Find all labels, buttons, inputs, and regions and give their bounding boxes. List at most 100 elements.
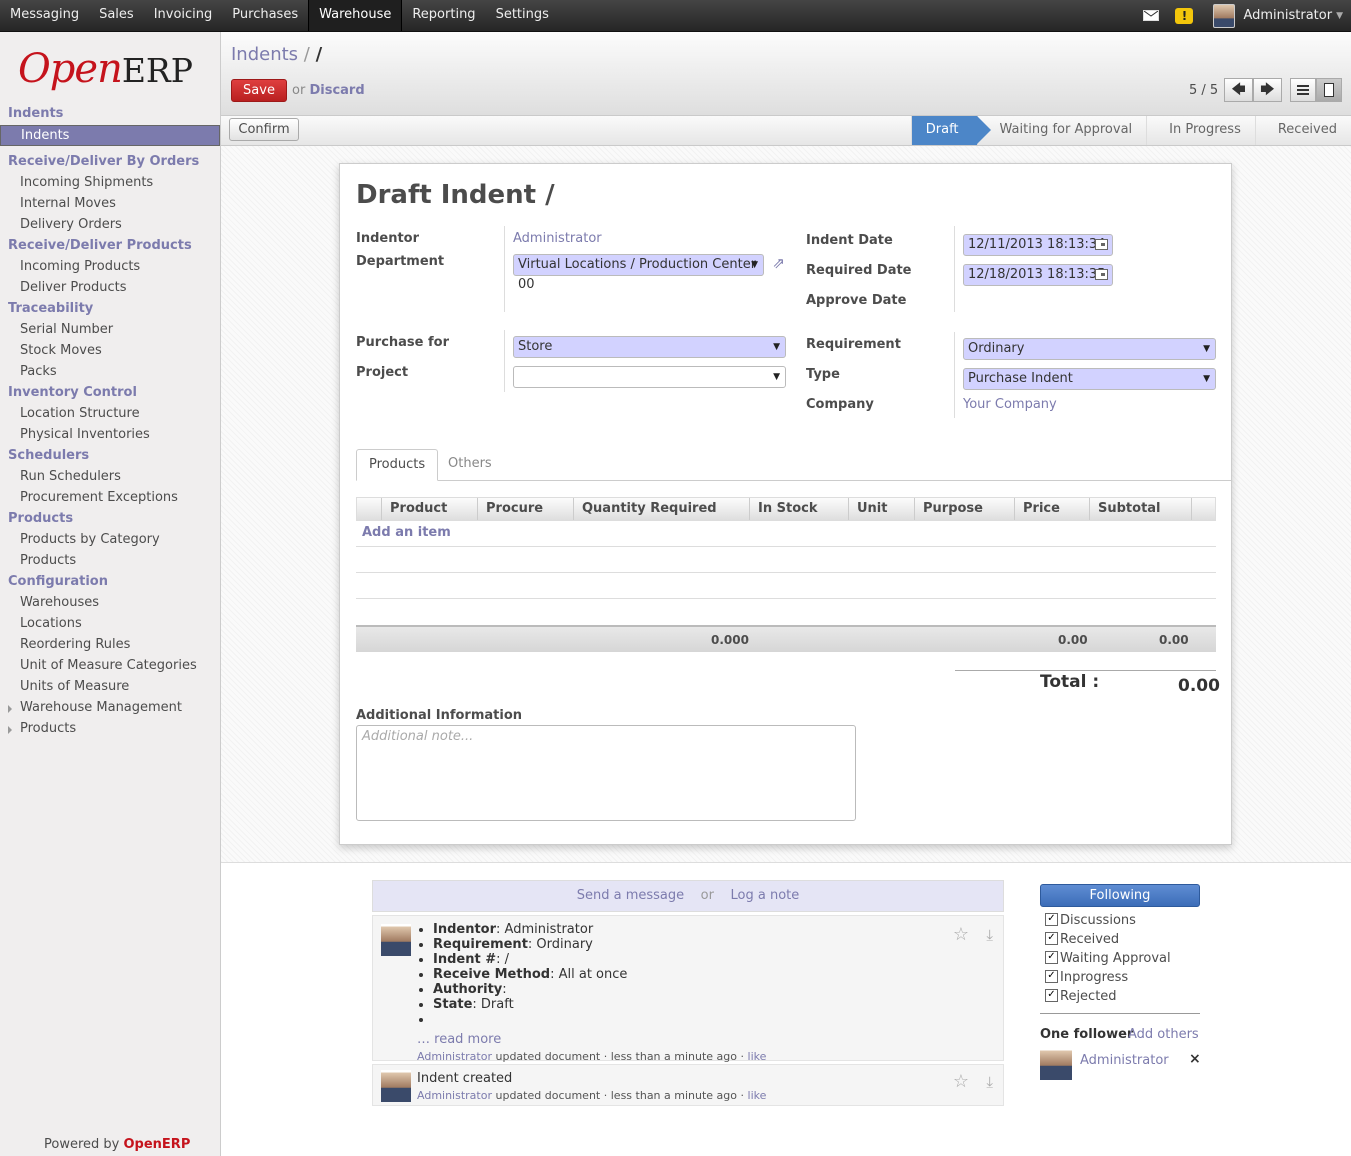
col-subtotal[interactable]: Subtotal bbox=[1089, 498, 1161, 520]
remove-follower-icon[interactable]: × bbox=[1189, 1051, 1201, 1067]
warning-icon[interactable]: ! bbox=[1175, 7, 1194, 24]
col-product[interactable]: Product bbox=[381, 498, 447, 520]
menu-purchases[interactable]: Purchases bbox=[222, 0, 308, 31]
menu-warehouse[interactable]: Warehouse bbox=[308, 0, 403, 31]
type-select[interactable]: Purchase Indent ▼ bbox=[963, 368, 1216, 390]
menu-sales[interactable]: Sales bbox=[89, 0, 144, 31]
sidebar-item-deliver-products[interactable]: Deliver Products bbox=[0, 278, 220, 299]
sidebar-item-location-structure[interactable]: Location Structure bbox=[0, 404, 220, 425]
subtype-checkbox-inprogress[interactable]: Inprogress bbox=[1045, 968, 1171, 987]
sidebar-item-serial-number[interactable]: Serial Number bbox=[0, 320, 220, 341]
mail-icon[interactable] bbox=[1143, 10, 1160, 21]
sidebar-item-internal-moves[interactable]: Internal Moves bbox=[0, 194, 220, 215]
requirement-select[interactable]: Ordinary ▼ bbox=[963, 338, 1216, 360]
sidebar-item-reordering-rules[interactable]: Reordering Rules bbox=[0, 635, 220, 656]
openerp-link[interactable]: OpenERP bbox=[124, 1137, 191, 1152]
sidebar-item-locations[interactable]: Locations bbox=[0, 614, 220, 635]
dropdown-arrow-icon: ▼ bbox=[773, 372, 780, 382]
sidebar-section-schedulers: Schedulers bbox=[8, 448, 90, 463]
prev-record-button[interactable]: 🡄 bbox=[1224, 78, 1253, 102]
star-icon[interactable]: ☆ bbox=[953, 924, 969, 945]
message-body: Indent created bbox=[417, 1071, 513, 1086]
subtype-checkbox-received[interactable]: Received bbox=[1045, 930, 1171, 949]
col-purpose[interactable]: Purpose bbox=[914, 498, 983, 520]
sidebar-item-warehouse-management[interactable]: Warehouse Management bbox=[0, 698, 220, 719]
confirm-button[interactable]: Confirm bbox=[229, 118, 299, 141]
star-icon[interactable]: ☆ bbox=[953, 1071, 969, 1092]
menu-messaging[interactable]: Messaging bbox=[0, 0, 89, 31]
send-message-link[interactable]: Send a message bbox=[577, 888, 684, 903]
list-view-button[interactable] bbox=[1290, 78, 1316, 102]
form-view-button[interactable] bbox=[1316, 78, 1342, 102]
expand-arrow-icon[interactable] bbox=[8, 726, 12, 734]
like-link[interactable]: like bbox=[748, 1050, 767, 1063]
user-avatar[interactable] bbox=[1213, 3, 1236, 28]
sidebar-item-run-schedulers[interactable]: Run Schedulers bbox=[0, 467, 220, 488]
subtype-checkbox-waiting-approval[interactable]: Waiting Approval bbox=[1045, 949, 1171, 968]
sidebar-item-incoming-products[interactable]: Incoming Products bbox=[0, 257, 220, 278]
author-link[interactable]: Administrator bbox=[417, 1050, 492, 1063]
sidebar-item-config-products[interactable]: Products bbox=[0, 719, 220, 740]
indentor-value[interactable]: Administrator bbox=[513, 231, 602, 246]
like-link[interactable]: like bbox=[748, 1089, 767, 1102]
sidebar-item-procurement-exceptions[interactable]: Procurement Exceptions bbox=[0, 488, 220, 509]
sidebar-item-physical-inventories[interactable]: Physical Inventories bbox=[0, 425, 220, 446]
openerp-logo[interactable]: OpenERP bbox=[18, 46, 193, 92]
sidebar-item-delivery-orders[interactable]: Delivery Orders bbox=[0, 215, 220, 236]
external-link-icon[interactable]: ⇗ bbox=[772, 253, 785, 273]
message-meta: Administrator updated document · less th… bbox=[417, 1089, 767, 1102]
expand-arrow-icon[interactable] bbox=[8, 705, 12, 713]
sidebar-item-products-by-category[interactable]: Products by Category bbox=[0, 530, 220, 551]
chevron-down-icon[interactable]: ▼ bbox=[1336, 11, 1343, 21]
additional-note-textarea[interactable]: Additional note... bbox=[356, 725, 856, 821]
sidebar-item-indents[interactable]: Indents bbox=[0, 125, 220, 146]
col-in-stock[interactable]: In Stock bbox=[749, 498, 817, 520]
sidebar-item-products[interactable]: Products bbox=[0, 551, 220, 572]
project-select[interactable]: ▼ bbox=[513, 366, 786, 388]
log-note-link[interactable]: Log a note bbox=[731, 888, 800, 903]
discard-button[interactable]: Discard bbox=[309, 83, 364, 98]
col-quantity-required[interactable]: Quantity Required bbox=[573, 498, 717, 520]
tab-others[interactable]: Others bbox=[436, 449, 504, 481]
col-price[interactable]: Price bbox=[1014, 498, 1060, 520]
sidebar-item-uom-categories[interactable]: Unit of Measure Categories bbox=[0, 656, 220, 677]
user-menu[interactable]: Administrator bbox=[1243, 8, 1332, 23]
add-item-link[interactable]: Add an item bbox=[362, 525, 451, 540]
sidebar-nav: Indents Indents Receive/Deliver By Order… bbox=[0, 104, 220, 740]
follower-name[interactable]: Administrator bbox=[1080, 1053, 1169, 1068]
calendar-icon[interactable] bbox=[1095, 239, 1108, 250]
total-quantity: 0.000 bbox=[711, 633, 749, 647]
required-date-input[interactable]: 12/18/2013 18:13:35 bbox=[963, 264, 1113, 286]
archive-icon[interactable]: ⤓ bbox=[986, 1073, 993, 1091]
sidebar-item-units-of-measure[interactable]: Units of Measure bbox=[0, 677, 220, 698]
sidebar-item-warehouses[interactable]: Warehouses bbox=[0, 593, 220, 614]
company-value[interactable]: Your Company bbox=[963, 397, 1057, 412]
department-select[interactable]: Virtual Locations / Production Center 00… bbox=[513, 254, 785, 292]
followers-count: One follower bbox=[1040, 1027, 1134, 1042]
read-more-link[interactable]: read more bbox=[434, 1032, 501, 1047]
calendar-icon[interactable] bbox=[1095, 269, 1108, 280]
purchase-for-select[interactable]: Store ▼ bbox=[513, 336, 786, 358]
following-button[interactable]: Following bbox=[1040, 884, 1200, 907]
archive-icon[interactable]: ⤓ bbox=[986, 926, 993, 944]
menu-invoicing[interactable]: Invoicing bbox=[144, 0, 223, 31]
menu-settings[interactable]: Settings bbox=[486, 0, 559, 31]
sidebar-item-incoming-shipments[interactable]: Incoming Shipments bbox=[0, 173, 220, 194]
indent-date-input[interactable]: 12/11/2013 18:13:34 bbox=[963, 234, 1113, 256]
sidebar-item-packs[interactable]: Packs bbox=[0, 362, 220, 383]
col-procure[interactable]: Procure bbox=[477, 498, 543, 520]
save-button[interactable]: Save bbox=[231, 79, 287, 102]
grid-row: Add an item bbox=[356, 521, 1216, 547]
sidebar-item-stock-moves[interactable]: Stock Moves bbox=[0, 341, 220, 362]
grid-footer: 0.000 0.00 0.00 bbox=[356, 625, 1216, 652]
subtype-checkbox-rejected[interactable]: Rejected bbox=[1045, 987, 1171, 1006]
add-followers-link[interactable]: Add others bbox=[1128, 1027, 1199, 1042]
breadcrumb-indents[interactable]: Indents bbox=[231, 44, 298, 65]
tab-products[interactable]: Products bbox=[356, 449, 439, 481]
subtype-checkbox-discussions[interactable]: Discussions bbox=[1045, 911, 1171, 930]
next-record-button[interactable]: 🡆 bbox=[1253, 78, 1282, 102]
menu-reporting[interactable]: Reporting bbox=[402, 0, 485, 31]
col-unit[interactable]: Unit bbox=[848, 498, 887, 520]
chatter: Send a message or Log a note Indentor: A… bbox=[221, 862, 1351, 1156]
author-link[interactable]: Administrator bbox=[417, 1089, 492, 1102]
